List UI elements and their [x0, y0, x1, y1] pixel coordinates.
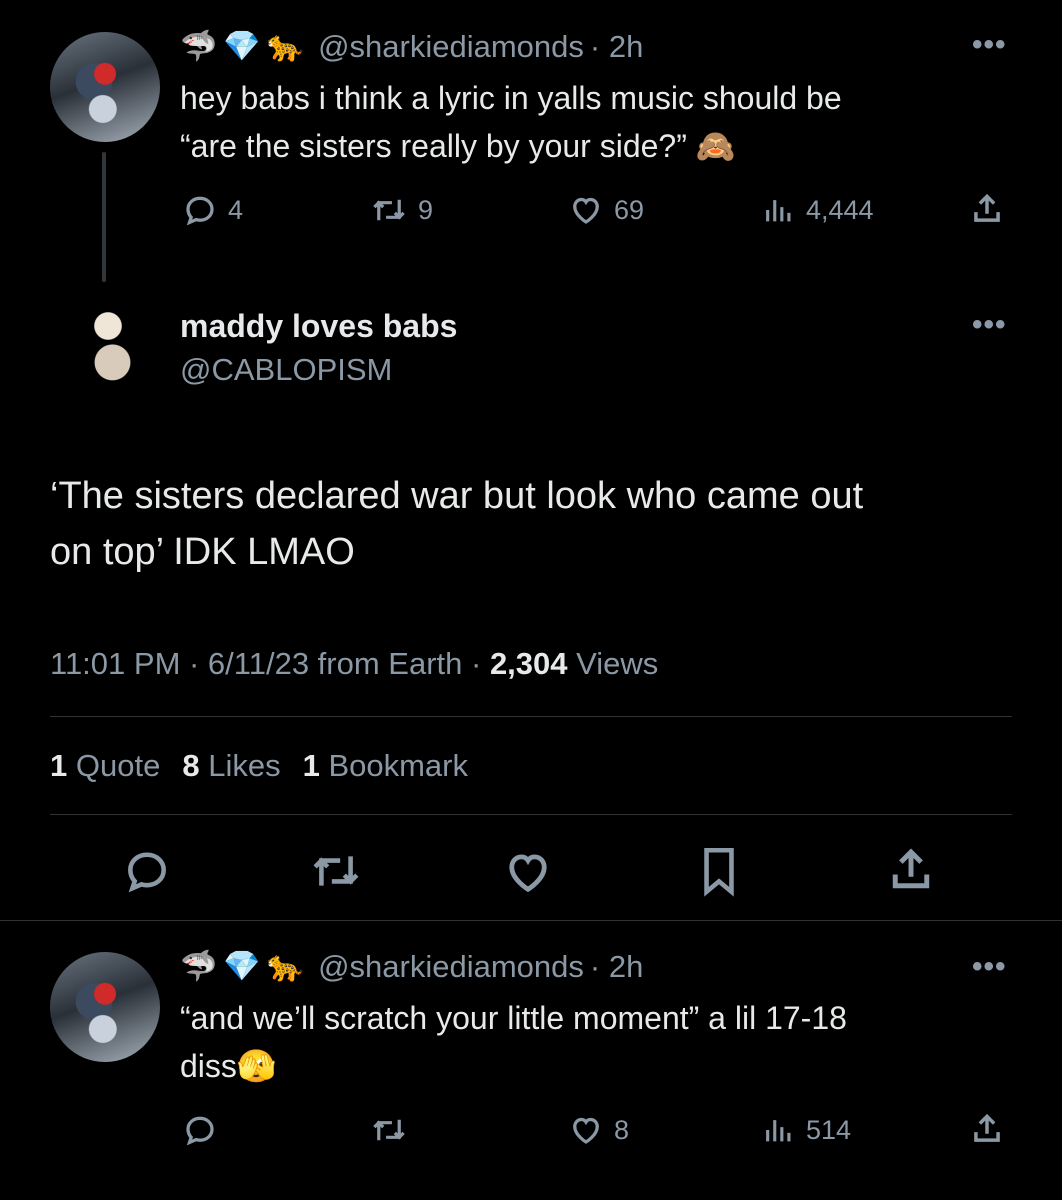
main-action-bar: [50, 842, 1012, 902]
repost-icon: [373, 199, 405, 221]
tweet-timestamp[interactable]: 11:01 PM · 6/11/23 from Earth ·: [50, 646, 490, 681]
repost-icon[interactable]: [308, 846, 364, 896]
peeking-face-emoji-icon: 🫣: [236, 1048, 277, 1084]
post-time[interactable]: · 2h: [590, 949, 643, 985]
divider: [0, 920, 1062, 921]
repost-button[interactable]: [370, 1112, 408, 1148]
repost-button[interactable]: 9: [370, 192, 433, 228]
leopard-emoji-icon: 🐆: [266, 30, 305, 63]
reply-icon: [186, 196, 214, 226]
more-options-icon[interactable]: •••: [972, 28, 1007, 62]
shark-emoji-icon: 🦈: [180, 30, 218, 63]
divider: [50, 814, 1012, 815]
repost-icon: [373, 1119, 405, 1141]
avatar[interactable]: [72, 300, 162, 404]
reply-button[interactable]: 4: [182, 192, 243, 228]
tweet-text-line: on top’ IDK LMAO: [50, 531, 355, 573]
heart-icon: [573, 1117, 599, 1144]
views-label: Views: [567, 646, 659, 681]
user-handle[interactable]: @CABLOPISM: [180, 352, 392, 388]
share-icon: [974, 1113, 1000, 1142]
user-handle[interactable]: @sharkiediamonds: [318, 949, 584, 985]
views-count: 514: [806, 1114, 852, 1145]
views-button[interactable]: 4,444: [762, 192, 874, 228]
engagement-counts: 1 Quote 8 Likes 1 Bookmark: [50, 748, 468, 784]
reply-count: 4: [228, 194, 244, 225]
tweet-text-line: ‘The sisters declared war but look who c…: [50, 475, 864, 517]
divider: [50, 716, 1012, 717]
heart-icon: [573, 197, 599, 224]
more-options-icon[interactable]: •••: [972, 950, 1007, 984]
display-name[interactable]: maddy loves babs: [180, 308, 457, 345]
like-count: 8: [614, 1114, 630, 1145]
tweet-text: hey babs i think a lyric in yalls music …: [180, 74, 1020, 170]
see-no-evil-emoji-icon: 🙈: [695, 128, 736, 164]
tweet-text-line: diss🫣: [180, 1048, 277, 1084]
action-bar: 4 9 69 4,444: [182, 188, 1022, 232]
share-button[interactable]: [968, 1110, 1006, 1148]
leopard-emoji-icon: 🐆: [266, 950, 305, 983]
heart-icon[interactable]: [502, 846, 554, 898]
shark-emoji-icon: 🦈: [180, 950, 218, 983]
user-handle[interactable]: @sharkiediamonds: [318, 29, 584, 65]
tweet-text: “and we’ll scratch your little moment” a…: [180, 994, 1020, 1090]
views-icon: [766, 200, 791, 222]
post-time[interactable]: · 2h: [590, 29, 643, 65]
repost-count: 9: [418, 194, 434, 225]
like-count: 69: [614, 194, 645, 225]
more-options-icon[interactable]: •••: [972, 308, 1007, 342]
tweet-text-line: “and we’ll scratch your little moment” a…: [180, 1000, 847, 1036]
share-icon[interactable]: [884, 842, 938, 898]
reply-header: 🦈 💎 🐆 @sharkiediamonds · 2h: [180, 22, 643, 72]
tweet-metadata: 11:01 PM · 6/11/23 from Earth · 2,304 Vi…: [50, 646, 658, 682]
avatar[interactable]: [50, 32, 160, 142]
reply-icon[interactable]: [122, 846, 172, 896]
tweet-text: ‘The sisters declared war but look who c…: [50, 468, 1010, 580]
thread-line: [102, 152, 106, 282]
tweet-text-line: “are the sisters really by your side?” 🙈: [180, 128, 736, 164]
bookmark-icon[interactable]: [694, 844, 744, 898]
share-icon: [974, 193, 1000, 222]
share-button[interactable]: [968, 190, 1006, 228]
diamond-emoji-icon: 💎: [223, 950, 261, 983]
bookmarks-link[interactable]: 1 Bookmark: [303, 748, 468, 784]
avatar[interactable]: [50, 952, 160, 1062]
views-count: 4,444: [806, 194, 874, 225]
reply-button[interactable]: [182, 1112, 218, 1148]
views-button[interactable]: 514: [762, 1112, 851, 1148]
like-button[interactable]: 69: [568, 192, 644, 228]
views-icon: [766, 1120, 791, 1142]
likes-link[interactable]: 8 Likes: [182, 748, 280, 784]
action-bar: 8 514: [182, 1108, 1022, 1152]
diamond-emoji-icon: 💎: [223, 30, 261, 63]
tweet-text-line: hey babs i think a lyric in yalls music …: [180, 80, 842, 116]
reply-header: 🦈 💎 🐆 @sharkiediamonds · 2h: [180, 942, 643, 992]
quotes-link[interactable]: 1 Quote: [50, 748, 160, 784]
views-count: 2,304: [489, 646, 568, 681]
like-button[interactable]: 8: [568, 1112, 629, 1148]
reply-icon: [186, 1116, 214, 1146]
